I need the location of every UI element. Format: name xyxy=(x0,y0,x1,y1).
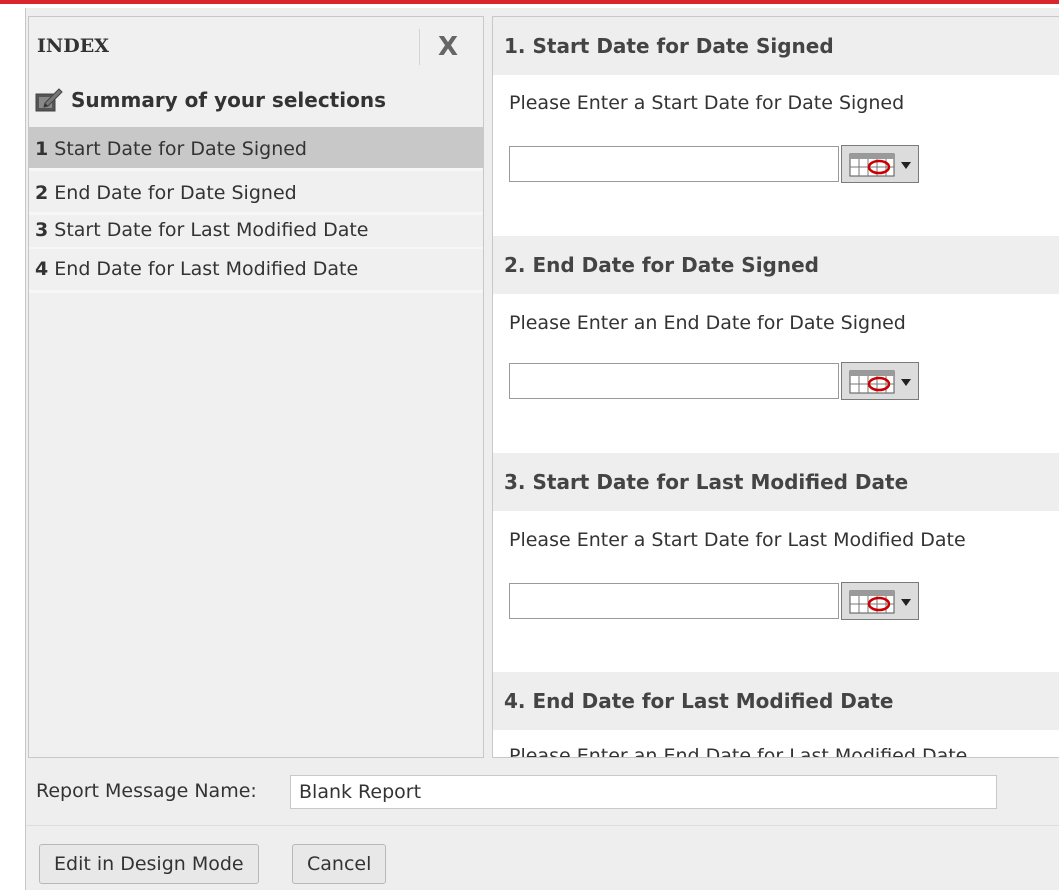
index-item-label: End Date for Date Signed xyxy=(54,182,297,204)
start-date-modified-input[interactable] xyxy=(509,583,839,619)
top-accent-line xyxy=(0,0,1059,4)
edit-in-design-mode-button[interactable]: Edit in Design Mode xyxy=(39,844,259,884)
section-4-heading: 4. End Date for Last Modified Date xyxy=(493,672,1059,730)
header-divider xyxy=(419,29,420,65)
end-date-signed-input[interactable] xyxy=(509,363,839,399)
index-panel: INDEX X Summary of your selections 1 Sta… xyxy=(28,16,484,758)
calendar-picker-button[interactable] xyxy=(841,362,919,400)
index-item-3[interactable]: 3 Start Date for Last Modified Date xyxy=(29,215,483,249)
calendar-icon xyxy=(849,590,911,614)
index-title: INDEX xyxy=(37,35,109,57)
index-list: 1 Start Date for Date Signed 2 End Date … xyxy=(29,127,483,293)
calendar-icon xyxy=(849,153,911,177)
section-3-prompt: Please Enter a Start Date for Last Modif… xyxy=(509,529,966,551)
section-2-heading: 2. End Date for Date Signed xyxy=(493,236,1059,294)
parameters-panel[interactable]: 1. Start Date for Date Signed Please Ent… xyxy=(492,16,1059,758)
index-header: INDEX X xyxy=(29,17,483,77)
section-2-prompt: Please Enter an End Date for Date Signed xyxy=(509,312,906,334)
index-item-label: Start Date for Last Modified Date xyxy=(54,219,369,241)
section-3-heading: 3. Start Date for Last Modified Date xyxy=(493,453,1059,511)
summary-of-selections[interactable]: Summary of your selections xyxy=(35,83,386,117)
index-item-number: 3 xyxy=(35,219,49,241)
start-date-signed-input[interactable] xyxy=(509,146,839,182)
report-name-input[interactable] xyxy=(290,775,997,809)
index-item-4[interactable]: 4 End Date for Last Modified Date xyxy=(29,249,483,293)
index-item-label: End Date for Last Modified Date xyxy=(54,258,359,280)
calendar-picker-button[interactable] xyxy=(841,582,919,620)
close-index-button[interactable]: X xyxy=(431,31,465,63)
close-icon: X xyxy=(437,32,459,62)
index-item-number: 1 xyxy=(35,138,49,160)
edit-note-icon xyxy=(35,88,63,112)
index-item-1[interactable]: 1 Start Date for Date Signed xyxy=(29,127,483,171)
footer-divider xyxy=(26,825,1059,826)
section-1-prompt: Please Enter a Start Date for Date Signe… xyxy=(509,92,905,114)
cancel-button[interactable]: Cancel xyxy=(292,844,387,884)
summary-label: Summary of your selections xyxy=(71,88,386,112)
calendar-picker-button[interactable] xyxy=(841,145,919,183)
index-item-2[interactable]: 2 End Date for Date Signed xyxy=(29,171,483,215)
index-item-number: 2 xyxy=(35,182,49,204)
section-4-prompt: Please Enter an End Date for Last Modifi… xyxy=(509,745,968,758)
report-name-label: Report Message Name: xyxy=(36,780,257,802)
calendar-icon xyxy=(849,370,911,394)
index-item-number: 4 xyxy=(35,258,49,280)
index-item-label: Start Date for Date Signed xyxy=(54,138,307,160)
section-1-heading: 1. Start Date for Date Signed xyxy=(493,17,1059,75)
